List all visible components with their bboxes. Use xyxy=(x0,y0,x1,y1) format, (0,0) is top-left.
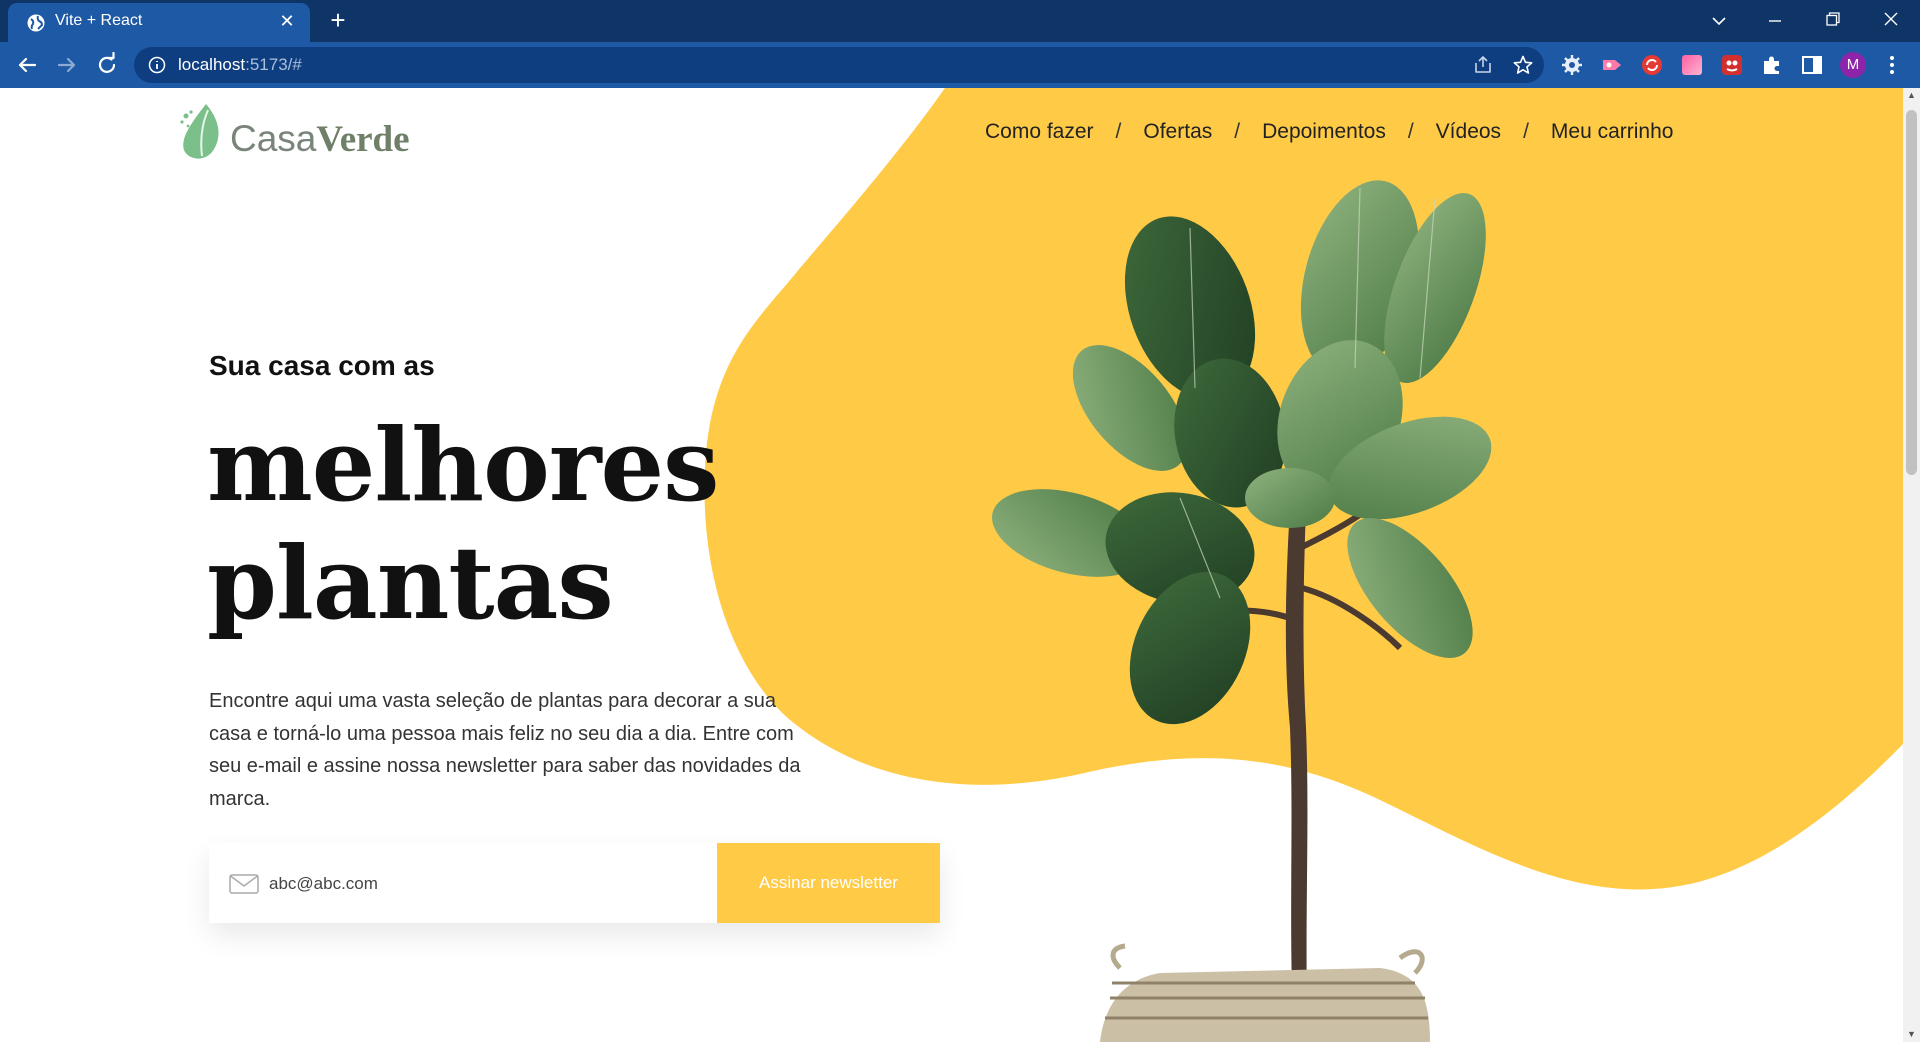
email-input[interactable] xyxy=(267,865,711,903)
leaf-logo-icon xyxy=(180,104,219,159)
more-menu-icon[interactable] xyxy=(1882,53,1902,77)
minimize-button[interactable] xyxy=(1752,0,1798,40)
url-host: localhost xyxy=(178,55,246,74)
close-window-button[interactable] xyxy=(1868,0,1914,40)
nav-separator: / xyxy=(1234,120,1241,143)
nav-separator: / xyxy=(1523,120,1529,143)
logo-casa: Casa xyxy=(230,118,317,159)
restore-button[interactable] xyxy=(1810,0,1856,40)
hero-title: melhores plantas xyxy=(207,406,719,642)
nav-separator: / xyxy=(1407,120,1414,143)
scroll-up-arrow-icon[interactable]: ▲ xyxy=(1907,91,1916,100)
browser-toolbar: localhost:5173/# M xyxy=(0,42,1920,88)
tab-title: Vite + React xyxy=(55,12,143,29)
puzzle-icon[interactable] xyxy=(1760,53,1784,77)
nav-link-ofertas[interactable]: Ofertas xyxy=(1143,120,1212,144)
forward-arrow-icon[interactable] xyxy=(53,51,81,79)
tab-close-icon[interactable]: ✕ xyxy=(276,10,298,32)
sync-extension-icon[interactable] xyxy=(1640,53,1664,77)
url-text[interactable]: localhost:5173/# xyxy=(178,55,302,75)
top-navigation: Como fazer / Ofertas / Depoimentos / Víd… xyxy=(985,120,1673,144)
logo-verde: Verde xyxy=(316,119,410,160)
gear-extension-icon[interactable] xyxy=(1560,53,1584,77)
plant-image xyxy=(992,180,1492,1042)
nav-link-como-fazer[interactable]: Como fazer xyxy=(985,120,1094,144)
mail-icon xyxy=(229,874,259,894)
subscribe-newsletter-button[interactable]: Assinar newsletter xyxy=(717,843,940,923)
nav-separator: / xyxy=(1115,120,1122,143)
reload-icon[interactable] xyxy=(93,51,121,79)
page-scrollbar[interactable]: ▲ ▼ xyxy=(1903,88,1920,1042)
share-icon[interactable] xyxy=(1472,54,1494,76)
hero-title-line-1: melhores xyxy=(207,406,719,524)
back-arrow-icon[interactable] xyxy=(13,51,41,79)
scrollbar-thumb[interactable] xyxy=(1906,110,1917,475)
hero-subtitle: Sua casa com as xyxy=(209,350,435,381)
site-info-icon[interactable] xyxy=(148,56,166,74)
video-extension-icon[interactable] xyxy=(1600,53,1624,77)
nav-link-depoimentos[interactable]: Depoimentos xyxy=(1262,120,1386,144)
tab-search-icon[interactable] xyxy=(1696,0,1742,40)
side-panel-icon[interactable] xyxy=(1800,53,1824,77)
gradient-extension-icon[interactable] xyxy=(1680,53,1704,77)
browser-tab-strip: Vite + React ✕ + xyxy=(0,0,1920,42)
browser-tab[interactable]: Vite + React ✕ xyxy=(8,3,310,42)
nav-link-videos[interactable]: Vídeos xyxy=(1436,120,1501,144)
newsletter-form: Assinar newsletter xyxy=(209,843,940,923)
globe-icon xyxy=(27,14,45,32)
url-path: :5173/# xyxy=(245,55,302,74)
profile-avatar[interactable]: M xyxy=(1840,52,1866,78)
hero-title-line-2: plantas xyxy=(207,524,614,642)
web-page: CasaVerde Como fazer / Ofertas / Depoime… xyxy=(0,88,1903,1042)
scroll-down-arrow-icon[interactable]: ▼ xyxy=(1907,1030,1916,1039)
nav-link-meu-carrinho[interactable]: Meu carrinho xyxy=(1551,120,1674,144)
red-extension-icon[interactable] xyxy=(1720,53,1744,77)
new-tab-button[interactable]: + xyxy=(324,7,352,35)
bookmark-star-icon[interactable] xyxy=(1512,54,1534,76)
hero-description: Encontre aqui uma vasta seleção de plant… xyxy=(209,690,801,810)
address-bar[interactable]: localhost:5173/# xyxy=(134,47,1544,83)
logo-wordmark: CasaVerde xyxy=(230,118,410,161)
